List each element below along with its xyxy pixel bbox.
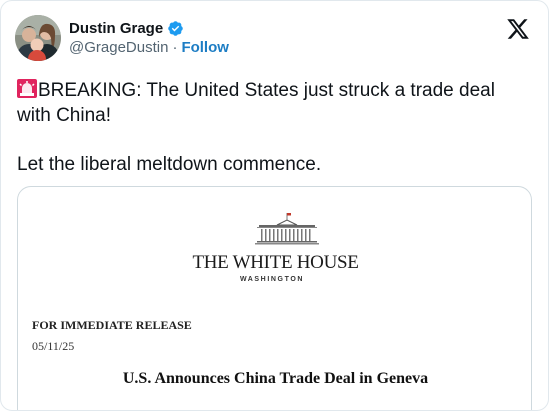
x-logo-icon[interactable] [506,17,530,41]
tweet-media-image[interactable]: THE WHITE HOUSE WASHINGTON FOR IMMEDIATE… [17,186,532,410]
tweet-text: BREAKING: The United States just struck … [17,78,527,177]
release-label: FOR IMMEDIATE RELEASE [32,318,192,332]
release-date: 05/11/25 [32,339,75,353]
tweet-card[interactable]: Dustin Grage @GrageDustin · Follow BREAK… [0,0,549,411]
author-handle-row: @GrageDustin · Follow [69,39,229,56]
release-headline: U.S. Announces China Trade Deal in Genev… [122,370,429,387]
verified-badge-icon [167,20,184,37]
org-title: THE WHITE HOUSE [192,252,359,273]
avatar[interactable] [15,15,61,61]
author-handle[interactable]: @GrageDustin [69,39,168,56]
org-subtitle: WASHINGTON [239,276,305,283]
author-name-row: Dustin Grage [69,20,229,37]
tweet-line-2: Let the liberal meltdown commence. [17,154,322,175]
author-info: Dustin Grage @GrageDustin · Follow [69,20,229,56]
tweet-line-1: BREAKING: The United States just struck … [17,80,495,126]
rotating-light-icon [17,79,37,98]
author-display-name[interactable]: Dustin Grage [69,20,163,37]
follow-button[interactable]: Follow [181,39,229,56]
tweet-header: Dustin Grage @GrageDustin · Follow [15,15,229,61]
tweet-paragraph-1: BREAKING: The United States just struck … [17,78,527,128]
separator-dot: · [172,39,178,56]
white-house-logo-icon [255,211,319,247]
